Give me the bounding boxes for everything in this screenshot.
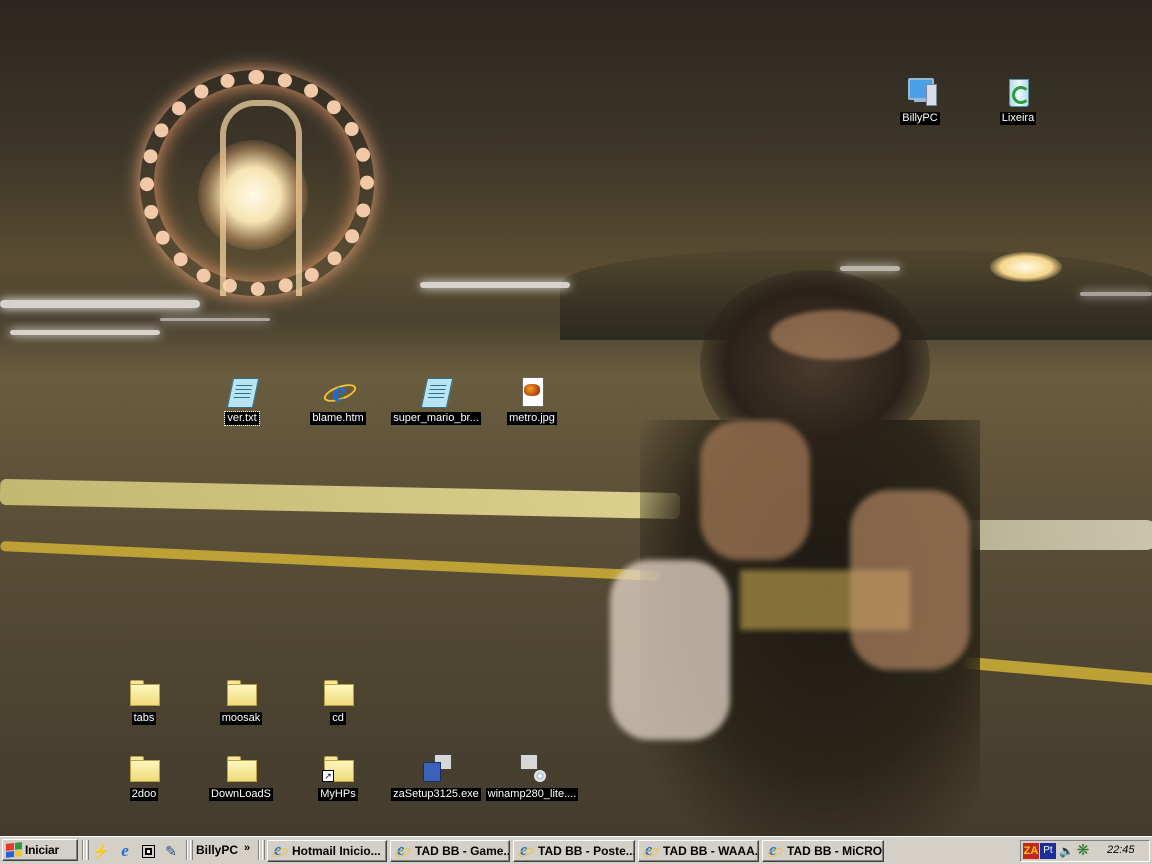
- desktop-icon-moosak[interactable]: moosak: [193, 676, 289, 725]
- internet-explorer-icon: [643, 841, 659, 860]
- show-desktop-icon[interactable]: [139, 842, 157, 860]
- desktop-icon-2doo[interactable]: 2doo: [96, 752, 192, 801]
- task-button-title: Hotmail Inicio...: [292, 844, 381, 858]
- internet-explorer-icon: [395, 841, 411, 860]
- taskbar-separator: [186, 840, 188, 860]
- recycle-bin-icon: [1002, 76, 1034, 108]
- desktop-icon-label: ver.txt: [224, 411, 260, 426]
- desktop-icon-label: Lixeira: [999, 112, 1037, 125]
- desktop-icon-label: cd: [330, 712, 346, 725]
- desktop-icon-label: moosak: [219, 712, 263, 725]
- winamp-icon[interactable]: ⚡: [92, 842, 110, 860]
- installer-icon: [516, 752, 548, 784]
- desktop-icon-tabs[interactable]: tabs: [96, 676, 192, 725]
- wallpaper-light-streak: [0, 300, 200, 308]
- task-button-tad-bb-waaa[interactable]: TAD BB - WAAA...: [638, 840, 759, 862]
- desktop-icon-label: blame.htm: [310, 412, 366, 425]
- language-icon[interactable]: Pt: [1040, 843, 1056, 859]
- toolbar-billypc-label[interactable]: BillyPC: [196, 843, 238, 857]
- quick-launch-grip[interactable]: [86, 840, 89, 860]
- folder-icon: [128, 752, 160, 784]
- internet-explorer-icon[interactable]: e: [116, 842, 134, 860]
- wallpaper-light-streak: [840, 266, 900, 271]
- internet-explorer-icon: [767, 841, 783, 860]
- desktop-icon-label: 2doo: [129, 788, 159, 801]
- task-button-hotmail[interactable]: Hotmail Inicio...: [267, 840, 387, 862]
- task-button-tad-bb-micro[interactable]: TAD BB - MiCRO...: [762, 840, 884, 862]
- task-area-grip[interactable]: [262, 840, 265, 860]
- desktop-icon-myhps[interactable]: ↗ MyHPs: [290, 752, 386, 801]
- text-file-icon: [226, 376, 260, 408]
- wallpaper-figure-hand: [700, 420, 810, 560]
- taskbar-separator: [82, 840, 84, 860]
- desktop-icon-downloads[interactable]: DownLoadS: [193, 752, 289, 801]
- wallpaper-light-streak: [10, 330, 160, 335]
- desktop-icon-label: MyHPs: [318, 788, 358, 801]
- wallpaper-light-streak: [420, 282, 570, 288]
- wallpaper-figure-hand: [850, 490, 970, 670]
- windows-logo-icon: [6, 842, 22, 858]
- task-button-tad-bb-poste[interactable]: TAD BB - Poste...: [513, 840, 635, 862]
- wallpaper-light-streak: [1080, 292, 1152, 296]
- start-button[interactable]: Iniciar: [2, 839, 78, 861]
- desktop-icon-blame-htm[interactable]: e blame.htm: [290, 376, 386, 425]
- wallpaper-figure-face: [770, 310, 900, 360]
- wallpaper-lane-line: [959, 656, 1152, 686]
- desktop-icon-label: DownLoadS: [209, 788, 273, 801]
- wallpaper-light-streak: [160, 318, 270, 321]
- taskbar: Iniciar ⚡ e ✎ BillyPC » Hotmail Inicio..…: [0, 836, 1152, 864]
- wallpaper-lane-line: [0, 478, 681, 520]
- task-button-title: TAD BB - Poste...: [538, 844, 635, 858]
- desktop-icon-metro-jpg[interactable]: metro.jpg: [484, 376, 580, 425]
- folder-icon: [128, 676, 160, 708]
- desktop-icon-cd[interactable]: cd: [290, 676, 386, 725]
- wallpaper-lane-line: [0, 541, 660, 581]
- desktop-icon-winamp-setup[interactable]: winamp280_lite....: [484, 752, 580, 801]
- wallpaper-streetlight: [990, 252, 1062, 282]
- task-button-title: TAD BB - MiCRO...: [787, 844, 884, 858]
- start-label: Iniciar: [25, 843, 59, 857]
- system-tray: ZA Pt 🔈 ❋ 22:45: [1020, 840, 1150, 862]
- internet-explorer-icon: [272, 841, 288, 860]
- folder-shortcut-icon: ↗: [322, 752, 354, 784]
- text-file-icon: [420, 376, 454, 408]
- task-button-tad-bb-game[interactable]: TAD BB - Game...: [390, 840, 510, 862]
- desktop-icon-ver-txt[interactable]: ver.txt: [194, 376, 290, 426]
- zonealarm-icon[interactable]: ZA: [1023, 843, 1039, 859]
- folder-icon: [225, 676, 257, 708]
- wallpaper-ferris-glow: [198, 140, 308, 250]
- desktop-icon-lixeira[interactable]: Lixeira: [970, 76, 1066, 125]
- volume-icon[interactable]: 🔈: [1059, 844, 1074, 858]
- desktop-icon-zasetup[interactable]: zaSetup3125.exe: [388, 752, 484, 801]
- toolbar-chevron-icon[interactable]: »: [244, 842, 250, 854]
- shortcut-arrow-icon: ↗: [322, 770, 334, 782]
- desktop-icon-label: super_mario_br...: [391, 412, 481, 425]
- desktop-icon-super-mario[interactable]: super_mario_br...: [388, 376, 484, 425]
- internet-explorer-icon: [518, 841, 534, 860]
- desktop-icon-label: BillyPC: [900, 112, 940, 125]
- desktop-icon-label: zaSetup3125.exe: [391, 788, 481, 801]
- desktop-icon-label: metro.jpg: [507, 412, 557, 425]
- toolbar-grip[interactable]: [190, 840, 193, 860]
- wallpaper-figure-arm: [610, 560, 730, 740]
- clock[interactable]: 22:45: [1107, 844, 1135, 856]
- notepad-icon[interactable]: ✎: [162, 842, 180, 860]
- task-button-title: TAD BB - Game...: [415, 844, 510, 858]
- task-button-title: TAD BB - WAAA...: [663, 844, 759, 858]
- html-file-icon: e: [321, 376, 359, 408]
- taskbar-separator: [258, 840, 260, 860]
- desktop-icon-label: winamp280_lite....: [485, 788, 579, 801]
- desktop-icon-label: tabs: [131, 712, 157, 725]
- installer-icon: [420, 752, 452, 784]
- network-icon[interactable]: ❋: [1075, 843, 1091, 859]
- folder-icon: [225, 752, 257, 784]
- image-file-icon: [516, 376, 548, 408]
- folder-icon: [322, 676, 354, 708]
- desktop-icon-billypc[interactable]: BillyPC: [872, 76, 968, 125]
- my-computer-icon: [904, 76, 937, 108]
